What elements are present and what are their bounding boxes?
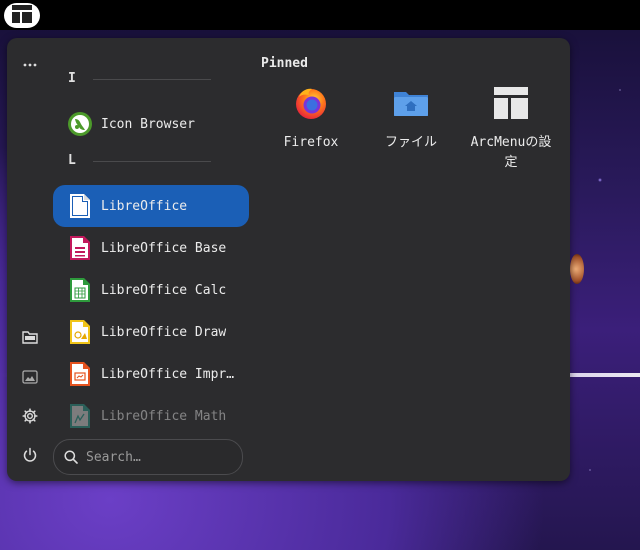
search-input[interactable]: [86, 449, 226, 465]
section-letter: L: [68, 153, 76, 168]
firefox-icon: [291, 83, 331, 123]
app-list: I Icon Browser L LibreOffice LibreOffice…: [53, 63, 253, 428]
pictures-icon: [22, 369, 38, 388]
settings-gear-icon: [22, 408, 38, 428]
file-manager-button[interactable]: [16, 324, 44, 352]
list-item-label: LibreOffice Draw: [101, 324, 227, 340]
list-item-libreoffice-draw[interactable]: LibreOffice Draw: [53, 311, 249, 353]
list-item-label: LibreOffice Math: [101, 408, 227, 424]
list-item-libreoffice-impress[interactable]: LibreOffice Impr…: [53, 353, 249, 395]
list-item-libreoffice-math[interactable]: LibreOffice Math: [53, 395, 249, 428]
search-icon: [64, 450, 78, 464]
list-item-libreoffice-calc[interactable]: LibreOffice Calc: [53, 269, 249, 311]
arcmenu-settings-icon: [491, 83, 531, 123]
libreoffice-math-icon: [67, 403, 93, 428]
settings-button[interactable]: [16, 404, 44, 432]
list-item-label: LibreOffice Base: [101, 240, 227, 256]
section-header-l: L: [53, 145, 253, 185]
libreoffice-impress-icon: [67, 361, 93, 387]
pinned-item-firefox[interactable]: Firefox: [261, 83, 361, 153]
pictures-button[interactable]: [16, 364, 44, 392]
files-folder-icon: [391, 83, 431, 123]
libreoffice-calc-icon: [67, 277, 93, 303]
pinned-item-files[interactable]: ファイル: [361, 83, 461, 153]
list-item-label: LibreOffice Impr…: [101, 366, 235, 382]
search-box[interactable]: [53, 439, 243, 475]
list-item-label: Icon Browser: [101, 116, 195, 132]
icon-browser-icon: [67, 111, 93, 137]
libreoffice-draw-icon: [67, 319, 93, 345]
pinned-item-arcmenu-settings[interactable]: ArcMenuの設定: [461, 83, 561, 173]
pinned-item-label: ファイル: [384, 135, 437, 150]
pinned-item-label: ArcMenuの設定: [470, 135, 552, 170]
list-item-label: LibreOffice Calc: [101, 282, 227, 298]
arcmenu-button[interactable]: [4, 3, 40, 28]
arcmenu-popup: I Icon Browser L LibreOffice LibreOffice…: [7, 38, 570, 481]
section-header-i: I: [53, 63, 253, 103]
file-manager-icon: [22, 329, 38, 348]
list-item-icon-browser[interactable]: Icon Browser: [53, 103, 249, 145]
section-divider: [93, 79, 211, 80]
pinned-heading: Pinned: [261, 56, 308, 71]
section-letter: I: [68, 71, 76, 86]
power-button[interactable]: [16, 443, 44, 471]
power-icon: [22, 447, 38, 467]
list-item-libreoffice-base[interactable]: LibreOffice Base: [53, 227, 249, 269]
top-panel: [0, 0, 640, 30]
list-item-label: LibreOffice: [101, 198, 188, 214]
more-dots-icon: [23, 52, 37, 71]
list-item-libreoffice[interactable]: LibreOffice: [53, 185, 249, 227]
side-rail: [7, 38, 53, 481]
more-options-button[interactable]: [16, 47, 44, 75]
libreoffice-icon: [67, 193, 93, 219]
section-divider: [93, 161, 211, 162]
pinned-item-label: Firefox: [283, 135, 339, 150]
wallpaper-moon: [570, 254, 584, 284]
arcmenu-layout-icon: [12, 4, 32, 27]
libreoffice-base-icon: [67, 235, 93, 261]
